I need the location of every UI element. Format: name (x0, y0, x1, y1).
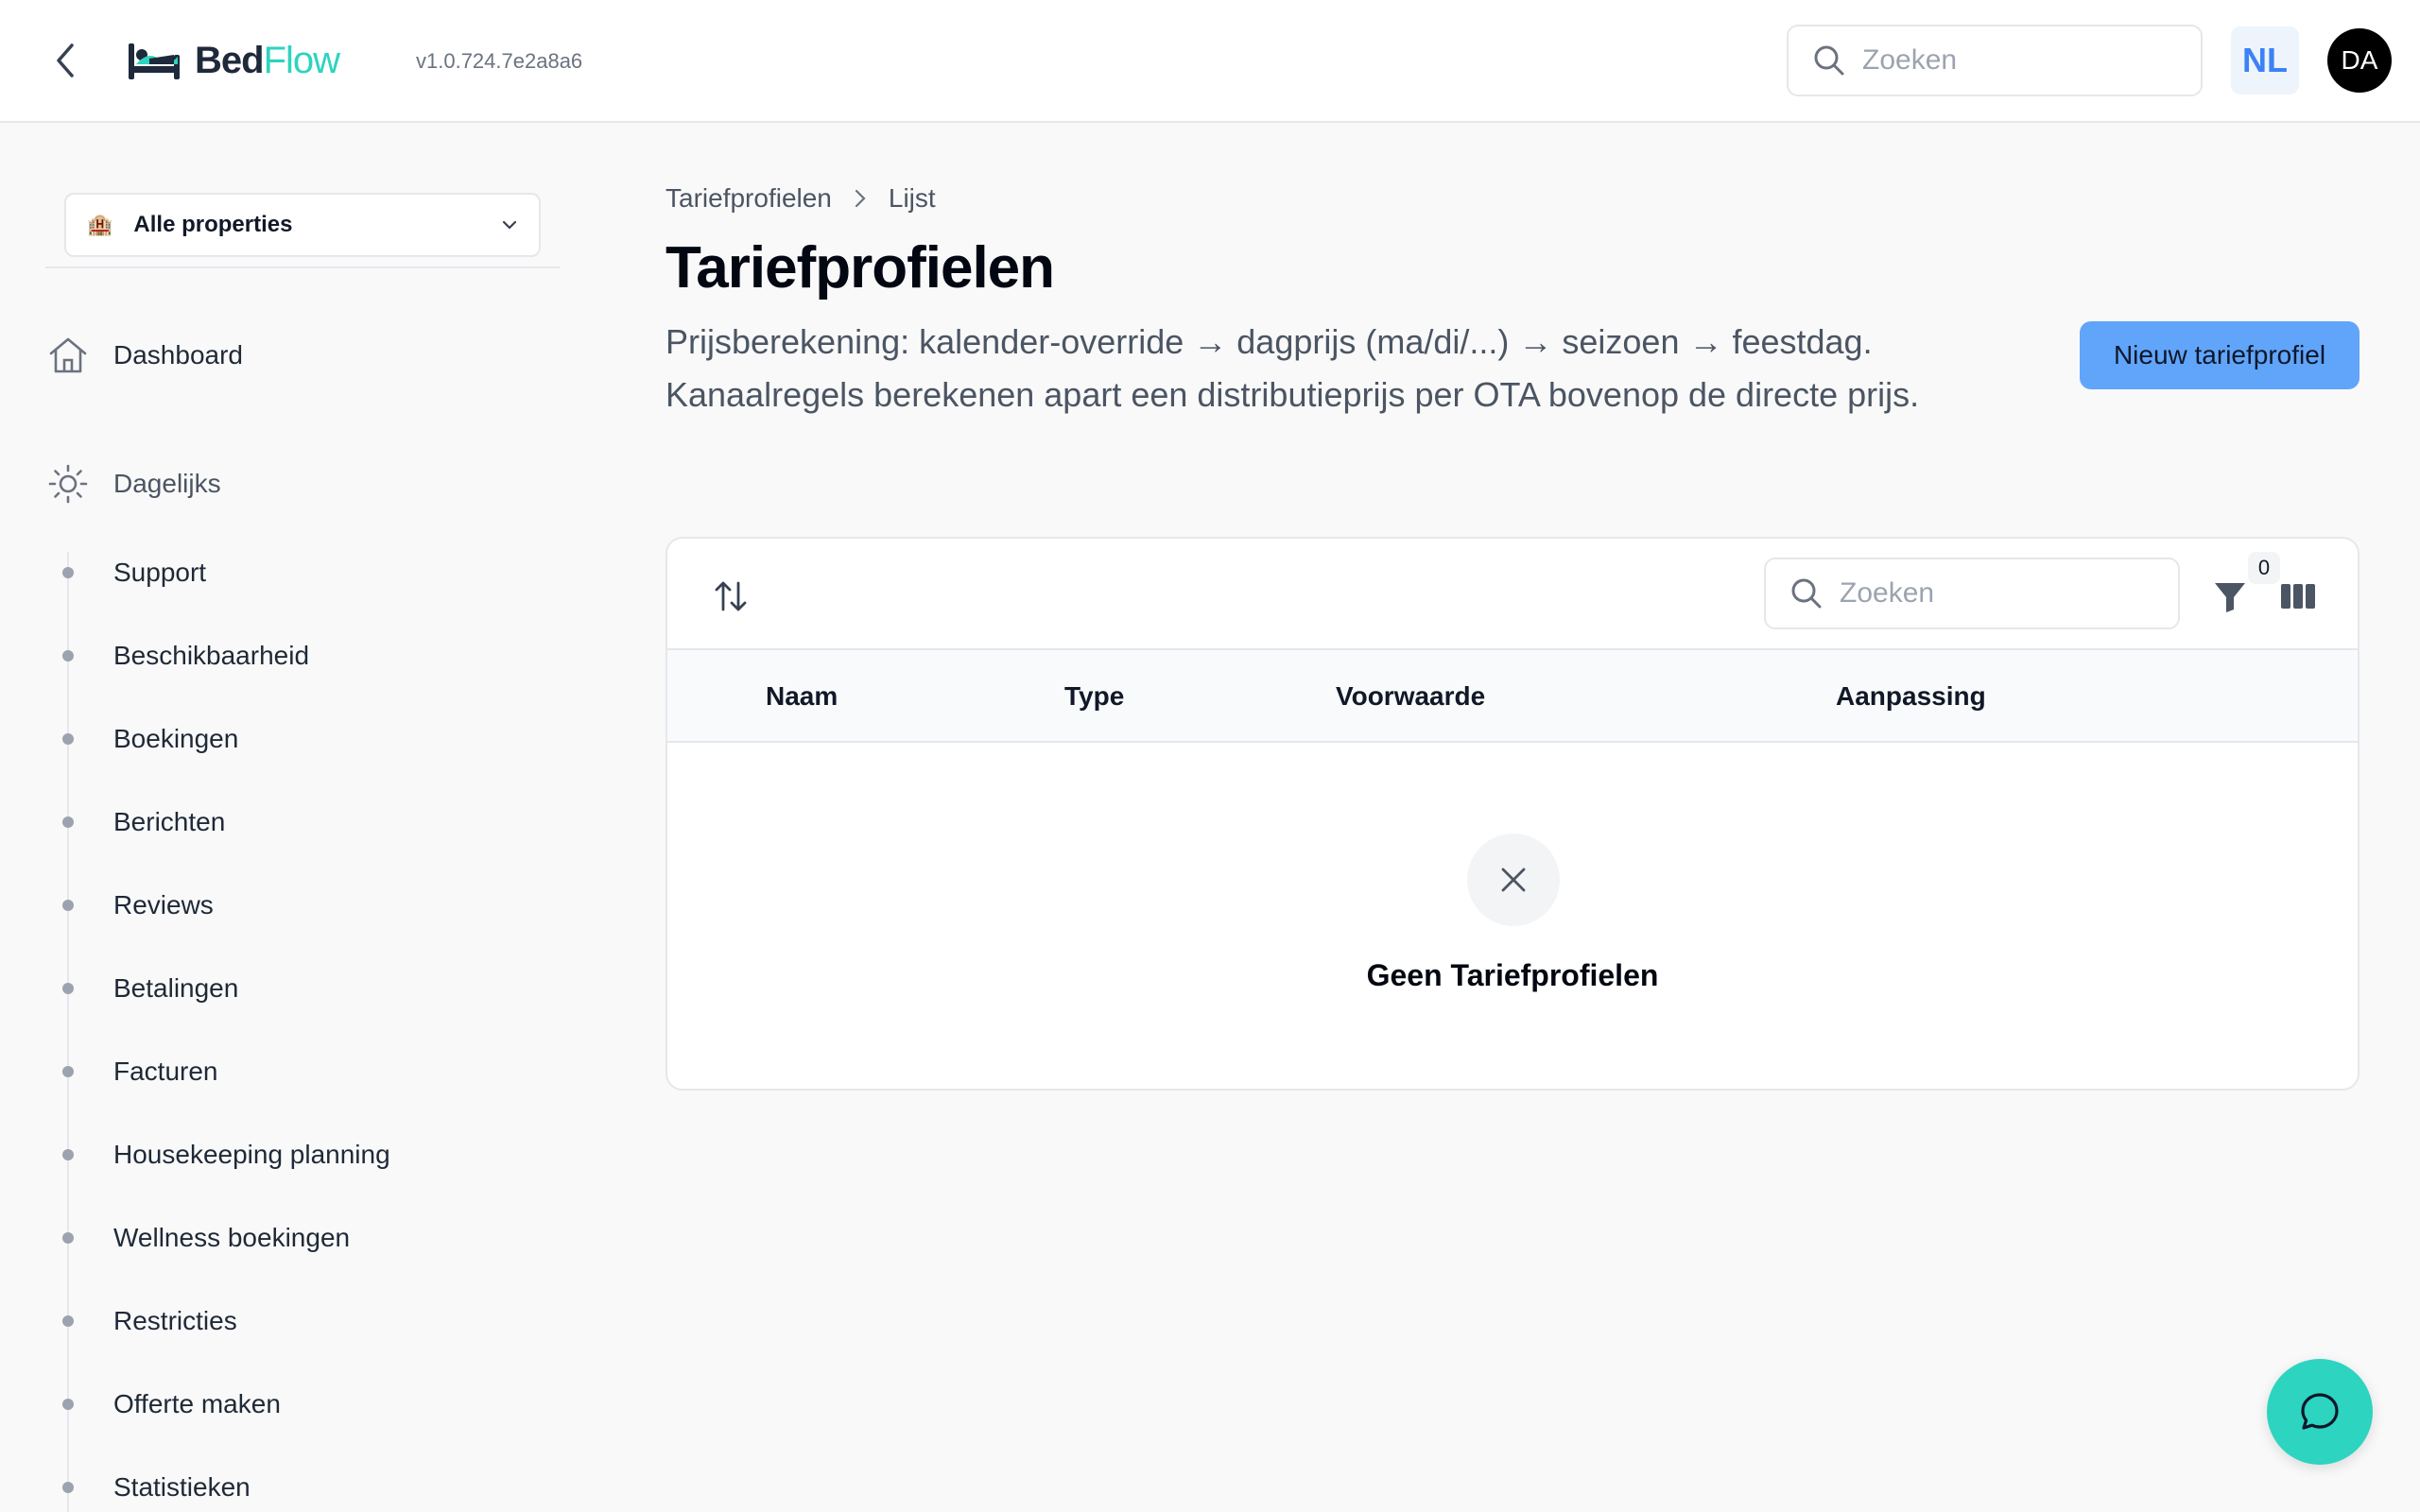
tree-dot (62, 1149, 74, 1160)
tree-dot (62, 733, 74, 745)
sidebar-item-restrictions[interactable]: Restricties (113, 1302, 237, 1340)
sidebar-item-payments[interactable]: Betalingen (113, 970, 238, 1007)
property-select-label: Alle properties (133, 212, 293, 237)
sidebar-item-statistics[interactable]: Statistieken (113, 1469, 251, 1506)
page-title: Tariefprofielen (666, 235, 1055, 301)
sort-arrows-icon (715, 581, 747, 611)
column-header-condition[interactable]: Voorwaarde (1336, 650, 1485, 743)
search-icon (1814, 45, 1844, 76)
sidebar-item-reviews[interactable]: Reviews (113, 886, 214, 924)
sun-icon (48, 464, 88, 504)
tree-dot (62, 1066, 74, 1077)
home-icon (49, 337, 87, 373)
sidebar: 🏨 Alle properties Dashboard Dagelijks Su… (0, 123, 586, 1512)
search-placeholder: Zoeken (1862, 44, 1958, 76)
tree-dot (62, 567, 74, 578)
sidebar-item-quote[interactable]: Offerte maken (113, 1385, 281, 1423)
tree-dot (62, 900, 74, 911)
breadcrumb-item-rate-profiles[interactable]: Tariefprofielen (666, 183, 832, 214)
top-bar: BedFlow v1.0.724.7e2a8a6 Zoeken NL DA (0, 0, 2420, 123)
hotel-icon: 🏨 (87, 213, 113, 236)
user-avatar[interactable]: DA (2327, 28, 2392, 93)
search-placeholder: Zoeken (1840, 577, 1935, 609)
sidebar-item-support[interactable]: Support (113, 554, 206, 592)
sidebar-item-housekeeping[interactable]: Housekeeping planning (113, 1136, 390, 1174)
funnel-icon (2215, 583, 2245, 612)
breadcrumb: Tariefprofielen Lijst (666, 183, 936, 214)
sidebar-item-messages[interactable]: Berichten (113, 803, 225, 841)
search-icon (1791, 578, 1822, 609)
tree-dot (62, 1315, 74, 1327)
property-select[interactable]: 🏨 Alle properties (64, 193, 541, 257)
column-header-adjustment[interactable]: Aanpassing (1836, 650, 1986, 743)
tree-dot (62, 983, 74, 994)
table-search-input[interactable]: Zoeken (1764, 558, 2180, 629)
global-search-input[interactable]: Zoeken (1787, 25, 2203, 96)
bed-icon (129, 43, 180, 79)
app-logo[interactable]: BedFlow (127, 32, 340, 89)
rate-profiles-table: Zoeken 0 Naam Type Voorwaarde Aanpassing… (666, 537, 2360, 1091)
new-rate-profile-button[interactable]: Nieuw tariefprofiel (2080, 321, 2360, 389)
filter-button[interactable] (2206, 573, 2254, 620)
tree-dot (62, 1232, 74, 1244)
tree-dot (62, 1482, 74, 1493)
tree-dot (62, 816, 74, 828)
column-toggle-button[interactable] (2274, 573, 2322, 620)
sidebar-section-daily[interactable]: Dagelijks (47, 463, 221, 505)
chevron-down-icon (502, 220, 517, 230)
tree-dot (62, 1399, 74, 1410)
chat-button[interactable] (2267, 1359, 2373, 1465)
column-header-type[interactable]: Type (1064, 650, 1124, 743)
language-switch-button[interactable]: NL (2231, 26, 2299, 94)
table-header-row: Naam Type Voorwaarde Aanpassing (667, 650, 2358, 743)
sidebar-item-availability[interactable]: Beschikbaarheid (113, 637, 309, 675)
sidebar-divider (45, 266, 560, 268)
back-button[interactable] (43, 36, 87, 85)
sidebar-section-label: Dagelijks (113, 469, 221, 498)
sort-button[interactable] (709, 575, 752, 618)
sidebar-item-wellness[interactable]: Wellness boekingen (113, 1219, 350, 1257)
sidebar-item-bookings[interactable]: Boekingen (113, 720, 238, 758)
logo-wordmark: BedFlow (195, 39, 340, 81)
chat-bubble-icon (2301, 1393, 2339, 1430)
columns-icon (2281, 584, 2315, 609)
chevron-right-icon (855, 189, 866, 208)
sidebar-item-dashboard[interactable]: Dashboard (47, 335, 243, 376)
empty-state-icon (1467, 833, 1560, 926)
tree-dot (62, 650, 74, 662)
column-header-name[interactable]: Naam (766, 650, 838, 743)
version-label: v1.0.724.7e2a8a6 (416, 49, 583, 73)
sidebar-item-invoices[interactable]: Facturen (113, 1053, 218, 1091)
close-icon (1501, 868, 1526, 892)
table-toolbar: Zoeken 0 (667, 539, 2358, 650)
page-description: Prijsberekening: kalender-override → dag… (666, 322, 1920, 414)
chevron-left-icon (57, 43, 74, 77)
breadcrumb-item-list: Lijst (888, 183, 936, 213)
sidebar-item-label: Dashboard (113, 340, 243, 369)
empty-state-message: Geen Tariefprofielen (1366, 958, 1659, 992)
sidebar-tree-line (67, 552, 69, 1512)
